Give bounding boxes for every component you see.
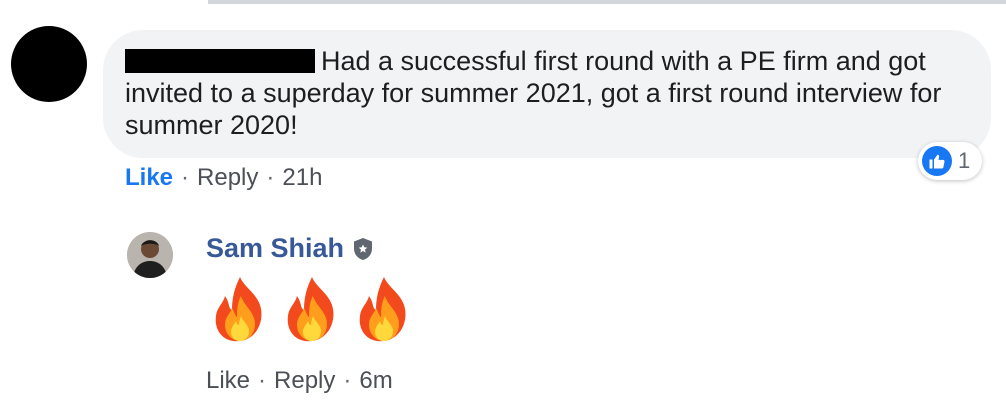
like-reaction-icon (922, 146, 952, 176)
fire-emoji-icon (278, 274, 346, 346)
separator: · (181, 164, 190, 191)
reaction-summary[interactable]: 1 (918, 142, 983, 180)
reply-actions: Like · Reply · 6m (206, 367, 393, 395)
reply-reply-button[interactable]: Reply (274, 367, 335, 395)
redacted-name (125, 49, 315, 73)
reply-body (206, 274, 422, 346)
reaction-count: 1 (958, 148, 971, 173)
fire-emoji-icon (350, 274, 418, 346)
comment-bubble: Had a successful first round with a PE f… (103, 30, 991, 158)
reply-author-name[interactable]: Sam Shiah (206, 233, 344, 264)
timestamp[interactable]: 21h (282, 164, 322, 192)
separator: · (343, 367, 352, 394)
fire-emoji-icon (206, 274, 274, 346)
comment-text-block: Had a successful first round with a PE f… (125, 45, 969, 141)
reply-like-button[interactable]: Like (206, 367, 250, 395)
like-button[interactable]: Like (125, 164, 173, 192)
reply-timestamp[interactable]: 6m (359, 367, 392, 395)
divider (208, 0, 1006, 4)
separator: · (258, 367, 267, 394)
shield-icon (352, 237, 374, 261)
reply-header: Sam Shiah (206, 233, 374, 264)
commenter-avatar[interactable] (11, 26, 87, 102)
separator: · (266, 164, 275, 191)
comment-actions: Like · Reply · 21h (125, 164, 322, 192)
reply-author-avatar[interactable] (127, 232, 173, 278)
reply-button[interactable]: Reply (197, 164, 258, 192)
